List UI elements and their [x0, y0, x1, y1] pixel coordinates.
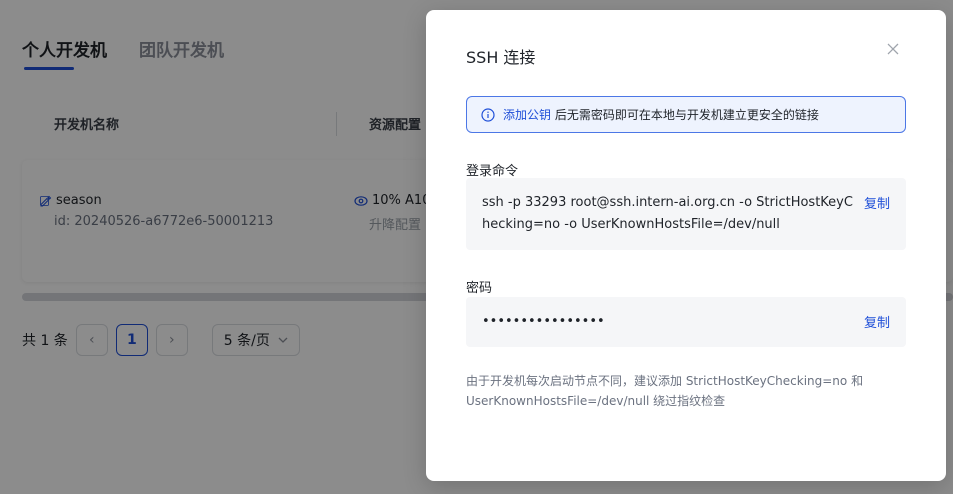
copy-password-button[interactable]: 复制: [864, 312, 890, 331]
alert-text: 后无需密码即可在本地与开发机建立更安全的链接: [554, 108, 819, 122]
login-command-text[interactable]: ssh -p 33293 root@ssh.intern-ai.org.cn -…: [482, 192, 858, 236]
close-icon: [887, 43, 899, 55]
login-command-label: 登录命令: [466, 164, 519, 179]
info-icon: [481, 107, 495, 122]
add-public-key-link[interactable]: 添加公钥: [503, 108, 551, 122]
close-button[interactable]: [884, 40, 902, 58]
login-command-box: ssh -p 33293 root@ssh.intern-ai.org.cn -…: [466, 178, 906, 250]
password-text[interactable]: ••••••••••••••••: [482, 311, 858, 333]
ssh-connection-dialog: SSH 连接 添加公钥 后无需密码即可在本地与开发机建立更安全的链接 登录命令 …: [426, 10, 946, 481]
copy-command-button[interactable]: 复制: [864, 193, 890, 212]
password-label: 密码: [466, 281, 493, 296]
fingerprint-hint: 由于开发机每次启动节点不同，建议添加 StrictHostKeyChecking…: [466, 374, 864, 408]
dialog-title: SSH 连接: [466, 48, 536, 67]
password-box: •••••••••••••••• 复制: [466, 297, 906, 347]
info-alert: 添加公钥 后无需密码即可在本地与开发机建立更安全的链接: [466, 96, 906, 133]
